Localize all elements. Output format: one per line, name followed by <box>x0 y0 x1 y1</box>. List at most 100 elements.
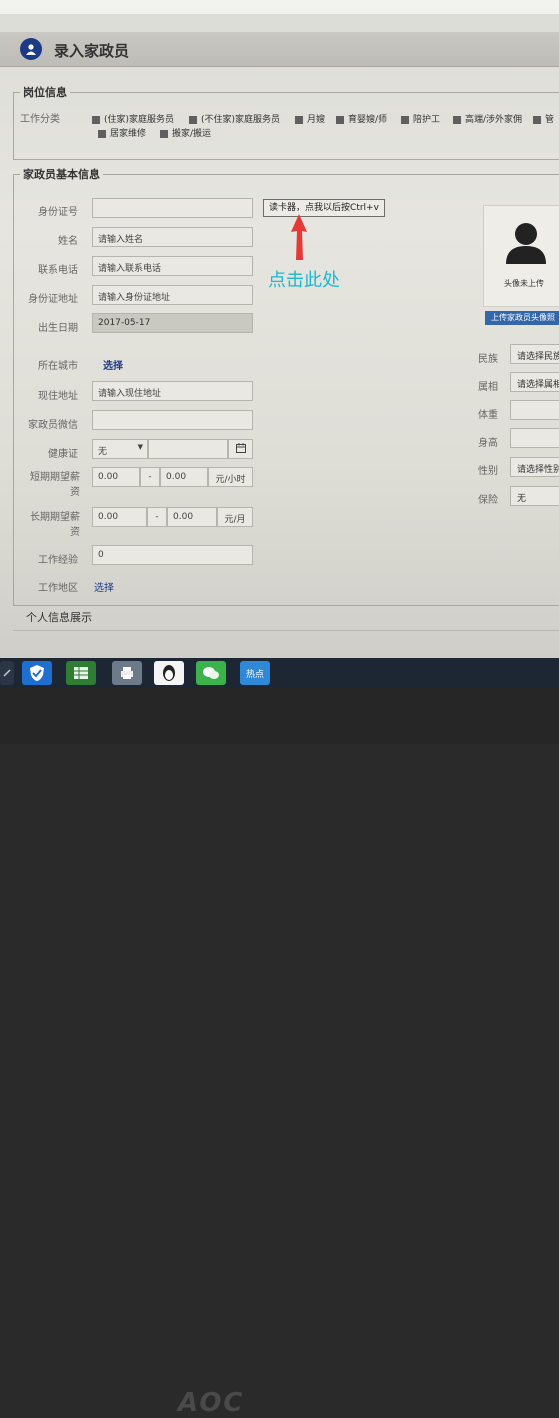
wechat-input[interactable] <box>92 410 253 430</box>
long-salary-label: 长期期望薪资 <box>30 512 80 538</box>
checkbox-icon <box>533 115 541 124</box>
pin-icon[interactable] <box>0 661 14 685</box>
id-number-label: 身份证号 <box>38 207 78 218</box>
phone-label: 联系电话 <box>38 265 78 276</box>
checkbox-icon <box>336 115 344 124</box>
long-salary-max-input[interactable]: 0.00 <box>167 507 217 527</box>
arrow-annotation-icon <box>291 214 307 260</box>
category-checkbox[interactable]: 搬家/搬运 <box>160 126 211 139</box>
long-salary-separator: - <box>147 507 167 527</box>
short-salary-label: 短期期望薪资 <box>30 472 80 498</box>
short-salary-max-input[interactable]: 0.00 <box>160 467 208 487</box>
health-cert-select[interactable]: 无 ▼ <box>92 439 148 459</box>
wechat-app-icon[interactable] <box>196 661 226 685</box>
health-cert-label: 健康证 <box>48 449 78 460</box>
news-app-label: 热点 <box>245 669 264 680</box>
section-legend-job: 岗位信息 <box>23 86 67 99</box>
user-icon <box>20 38 42 60</box>
security-shield-icon[interactable] <box>22 661 52 685</box>
birth-date-input[interactable]: 2017-05-17 <box>92 313 253 333</box>
work-area-label: 工作地区 <box>38 583 78 594</box>
height-label: 身高 <box>478 438 498 449</box>
qq-app-icon[interactable] <box>154 661 184 685</box>
long-salary-min-input[interactable]: 0.00 <box>92 507 147 527</box>
browser-top-edge <box>0 0 559 14</box>
checkbox-icon <box>92 115 100 124</box>
checkbox-icon <box>453 115 461 124</box>
checkbox-icon <box>401 115 409 124</box>
page-title: 录入家政员 <box>54 42 130 60</box>
name-input[interactable]: 请输入姓名 <box>92 227 253 247</box>
page-header: 录入家政员 <box>0 32 559 67</box>
screen: 录入家政员 岗位信息 工作分类 (住家)家庭服务员 (不住家)家庭服务员 月嫂 … <box>0 0 559 660</box>
city-label: 所在城市 <box>38 361 78 372</box>
category-checkbox[interactable]: (不住家)家庭服务员 <box>189 112 280 125</box>
gender-select[interactable]: 请选择性别 <box>510 457 559 477</box>
section-divider <box>13 630 559 631</box>
city-select-link[interactable]: 选择 <box>103 357 123 372</box>
grid-icon <box>74 667 88 679</box>
checkbox-icon <box>295 115 303 124</box>
taskbar: 热点 <box>0 658 559 688</box>
read-card-button[interactable]: 读卡器，点我以后按Ctrl+v <box>263 199 385 217</box>
short-salary-min-input[interactable]: 0.00 <box>92 467 140 487</box>
weight-input[interactable] <box>510 400 559 420</box>
category-checkbox[interactable]: 月嫂 <box>295 112 325 125</box>
zodiac-label: 属相 <box>478 382 498 393</box>
height-input[interactable] <box>510 428 559 448</box>
calendar-icon <box>235 443 246 453</box>
dropdown-arrow-icon: ▼ <box>137 443 143 451</box>
checkbox-icon <box>160 129 168 138</box>
monitor-brand-logo: AOC <box>178 1388 245 1418</box>
experience-label: 工作经验 <box>38 555 78 566</box>
wechat-label: 家政员微信 <box>28 420 78 431</box>
ethnicity-label: 民族 <box>478 354 498 365</box>
id-number-input[interactable] <box>92 198 253 218</box>
name-label: 姓名 <box>58 236 78 247</box>
section-legend-basic: 家政员基本信息 <box>23 168 100 181</box>
long-salary-unit: 元/月 <box>217 507 253 527</box>
spreadsheet-app-icon[interactable] <box>66 661 96 685</box>
health-cert-date-input[interactable] <box>148 439 228 459</box>
category-checkbox[interactable]: 居家维修 <box>98 126 146 139</box>
work-category-label: 工作分类 <box>20 114 60 125</box>
avatar-caption: 头像未上传 <box>504 279 544 288</box>
id-address-label: 身份证地址 <box>28 294 78 305</box>
calendar-button[interactable] <box>228 439 253 459</box>
chat-bubbles-icon <box>203 667 219 679</box>
current-address-input[interactable]: 请输入现住地址 <box>92 381 253 401</box>
insurance-label: 保险 <box>478 495 498 506</box>
avatar-placeholder: 头像未上传 <box>483 205 559 307</box>
current-address-label: 现住地址 <box>38 391 78 402</box>
avatar-silhouette-icon <box>506 223 546 264</box>
short-salary-unit: 元/小时 <box>208 467 253 487</box>
checkbox-icon <box>189 115 197 124</box>
monitor-bezel: AOC <box>0 688 559 1418</box>
personal-info-legend: 个人信息展示 <box>26 611 92 624</box>
zodiac-select[interactable]: 请选择属相 <box>510 372 559 392</box>
work-area-select-link[interactable]: 选择 <box>94 579 114 594</box>
phone-input[interactable]: 请输入联系电话 <box>92 256 253 276</box>
gender-label: 性别 <box>478 466 498 477</box>
category-checkbox[interactable]: 育婴嫂/师 <box>336 112 387 125</box>
penguin-icon <box>163 665 175 681</box>
upload-avatar-button[interactable]: 上传家政员头像照 <box>485 311 559 325</box>
category-checkbox[interactable]: (住家)家庭服务员 <box>92 112 174 125</box>
click-here-annotation: 点击此处 <box>268 270 340 291</box>
printer-icon <box>121 667 133 679</box>
health-cert-value: 无 <box>98 447 108 457</box>
category-checkbox[interactable]: 高端/涉外家佣 <box>453 112 522 125</box>
short-salary-separator: - <box>140 467 160 487</box>
birth-date-label: 出生日期 <box>38 323 78 334</box>
id-address-input[interactable]: 请输入身份证地址 <box>92 285 253 305</box>
news-app-button[interactable]: 热点 <box>240 661 270 685</box>
weight-label: 体重 <box>478 410 498 421</box>
insurance-select[interactable]: 无 <box>510 486 559 506</box>
checkbox-icon <box>98 129 106 138</box>
ethnicity-select[interactable]: 请选择民族 <box>510 344 559 364</box>
experience-input[interactable]: 0 <box>92 545 253 565</box>
category-checkbox[interactable]: 管 <box>533 112 554 125</box>
category-checkbox[interactable]: 陪护工 <box>401 112 440 125</box>
pin-glyph-icon <box>3 669 11 677</box>
printer-app-icon[interactable] <box>112 661 142 685</box>
